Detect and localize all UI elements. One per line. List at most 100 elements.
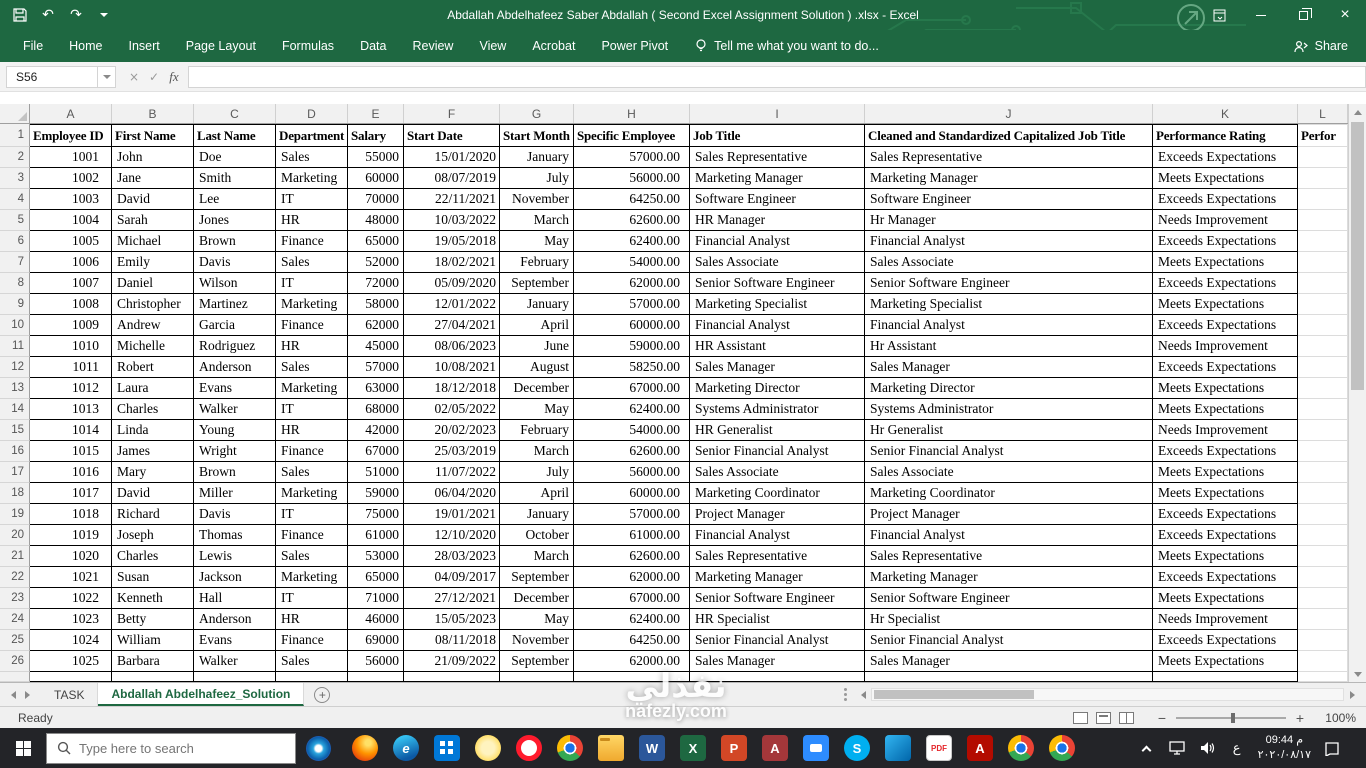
- store-icon[interactable]: [434, 734, 460, 762]
- access-icon[interactable]: A: [762, 734, 788, 762]
- cell[interactable]: December: [500, 378, 574, 399]
- cell[interactable]: Linda: [112, 420, 194, 441]
- undo-icon[interactable]: ↶: [36, 3, 60, 27]
- start-button[interactable]: [0, 728, 46, 768]
- cell[interactable]: 1010: [30, 336, 112, 357]
- cell[interactable]: Salary: [348, 124, 404, 147]
- cell[interactable]: Brown: [194, 231, 276, 252]
- cell[interactable]: July: [500, 462, 574, 483]
- restore-button[interactable]: [1282, 0, 1324, 30]
- cell[interactable]: [1298, 567, 1348, 588]
- cell[interactable]: 1008: [30, 294, 112, 315]
- cell[interactable]: 1011: [30, 357, 112, 378]
- cell[interactable]: Daniel: [112, 273, 194, 294]
- cell[interactable]: Hr Generalist: [865, 420, 1153, 441]
- column-header-B[interactable]: B: [112, 104, 194, 123]
- cell[interactable]: 27/04/2021: [404, 315, 500, 336]
- cell[interactable]: [1298, 315, 1348, 336]
- select-all-corner[interactable]: [0, 104, 30, 123]
- cell[interactable]: 45000: [348, 336, 404, 357]
- horizontal-scroll-thumb[interactable]: [874, 690, 1034, 699]
- cell[interactable]: September: [500, 651, 574, 672]
- cell[interactable]: [1298, 441, 1348, 462]
- cell[interactable]: Perfor: [1298, 124, 1348, 147]
- cell[interactable]: 12/10/2020: [404, 525, 500, 546]
- row-header-27[interactable]: [0, 672, 30, 682]
- cell[interactable]: [1298, 189, 1348, 210]
- row-header-13[interactable]: 13: [0, 378, 30, 399]
- cell[interactable]: Anderson: [194, 357, 276, 378]
- cell[interactable]: [690, 672, 865, 682]
- ribbon-tab-acrobat[interactable]: Acrobat: [519, 30, 588, 62]
- file-explorer-icon[interactable]: [598, 734, 624, 762]
- tell-me-box[interactable]: Tell me what you want to do...: [695, 30, 879, 62]
- column-header-L[interactable]: L: [1298, 104, 1348, 123]
- cell[interactable]: 1004: [30, 210, 112, 231]
- cell[interactable]: Jane: [112, 168, 194, 189]
- cell[interactable]: 56000.00: [574, 168, 690, 189]
- cell[interactable]: Meets Expectations: [1153, 399, 1298, 420]
- cell[interactable]: IT: [276, 189, 348, 210]
- cell[interactable]: Christopher: [112, 294, 194, 315]
- cell[interactable]: Hall: [194, 588, 276, 609]
- cell[interactable]: 51000: [348, 462, 404, 483]
- cell[interactable]: John: [112, 147, 194, 168]
- opera-icon[interactable]: [516, 734, 542, 762]
- zoom-level[interactable]: 100%: [1318, 711, 1356, 725]
- cell[interactable]: 04/09/2017: [404, 567, 500, 588]
- cell[interactable]: Meets Expectations: [1153, 546, 1298, 567]
- cell[interactable]: 68000: [348, 399, 404, 420]
- cell[interactable]: [1298, 651, 1348, 672]
- cell[interactable]: 53000: [348, 546, 404, 567]
- cell[interactable]: [1298, 378, 1348, 399]
- cell[interactable]: 55000: [348, 147, 404, 168]
- cell[interactable]: 19/01/2021: [404, 504, 500, 525]
- cell[interactable]: September: [500, 567, 574, 588]
- cell[interactable]: May: [500, 231, 574, 252]
- cell[interactable]: 1018: [30, 504, 112, 525]
- cell[interactable]: Finance: [276, 441, 348, 462]
- cell[interactable]: Sales Associate: [690, 462, 865, 483]
- row-header-3[interactable]: 3: [0, 168, 30, 189]
- row-header-19[interactable]: 19: [0, 504, 30, 525]
- acrobat-icon[interactable]: A: [967, 734, 993, 762]
- cell[interactable]: IT: [276, 273, 348, 294]
- cell[interactable]: 62600.00: [574, 210, 690, 231]
- cell[interactable]: Andrew: [112, 315, 194, 336]
- cell[interactable]: 75000: [348, 504, 404, 525]
- cell[interactable]: HR: [276, 420, 348, 441]
- vertical-scrollbar[interactable]: [1348, 104, 1366, 682]
- cell[interactable]: 22/11/2021: [404, 189, 500, 210]
- row-header-2[interactable]: 2: [0, 147, 30, 168]
- ribbon-tab-formulas[interactable]: Formulas: [269, 30, 347, 62]
- scroll-down-icon[interactable]: [1349, 666, 1366, 682]
- cell[interactable]: 1007: [30, 273, 112, 294]
- cell[interactable]: HR Manager: [690, 210, 865, 231]
- row-header-1[interactable]: 1: [0, 124, 30, 147]
- cell[interactable]: January: [500, 294, 574, 315]
- search-input[interactable]: [79, 740, 285, 756]
- cell[interactable]: 57000.00: [574, 294, 690, 315]
- cell[interactable]: Specific Employee: [574, 124, 690, 147]
- ribbon-tab-page-layout[interactable]: Page Layout: [173, 30, 269, 62]
- cell[interactable]: March: [500, 210, 574, 231]
- cell[interactable]: Last Name: [194, 124, 276, 147]
- column-header-K[interactable]: K: [1153, 104, 1298, 123]
- cell[interactable]: [865, 672, 1153, 682]
- vertical-scroll-track[interactable]: [1349, 120, 1366, 666]
- cell[interactable]: [1298, 483, 1348, 504]
- cell[interactable]: 1024: [30, 630, 112, 651]
- cell[interactable]: Hr Manager: [865, 210, 1153, 231]
- row-header-7[interactable]: 7: [0, 252, 30, 273]
- cell[interactable]: Marketing Specialist: [865, 294, 1153, 315]
- cell[interactable]: HR: [276, 609, 348, 630]
- ribbon-tab-insert[interactable]: Insert: [116, 30, 173, 62]
- cell[interactable]: Meets Expectations: [1153, 651, 1298, 672]
- cell[interactable]: September: [500, 273, 574, 294]
- cell[interactable]: [1298, 231, 1348, 252]
- cell[interactable]: Marketing Director: [690, 378, 865, 399]
- sheet-nav-left-icon[interactable]: [11, 690, 16, 699]
- cell[interactable]: 1016: [30, 462, 112, 483]
- cell[interactable]: January: [500, 147, 574, 168]
- customize-qat-icon[interactable]: [92, 3, 116, 27]
